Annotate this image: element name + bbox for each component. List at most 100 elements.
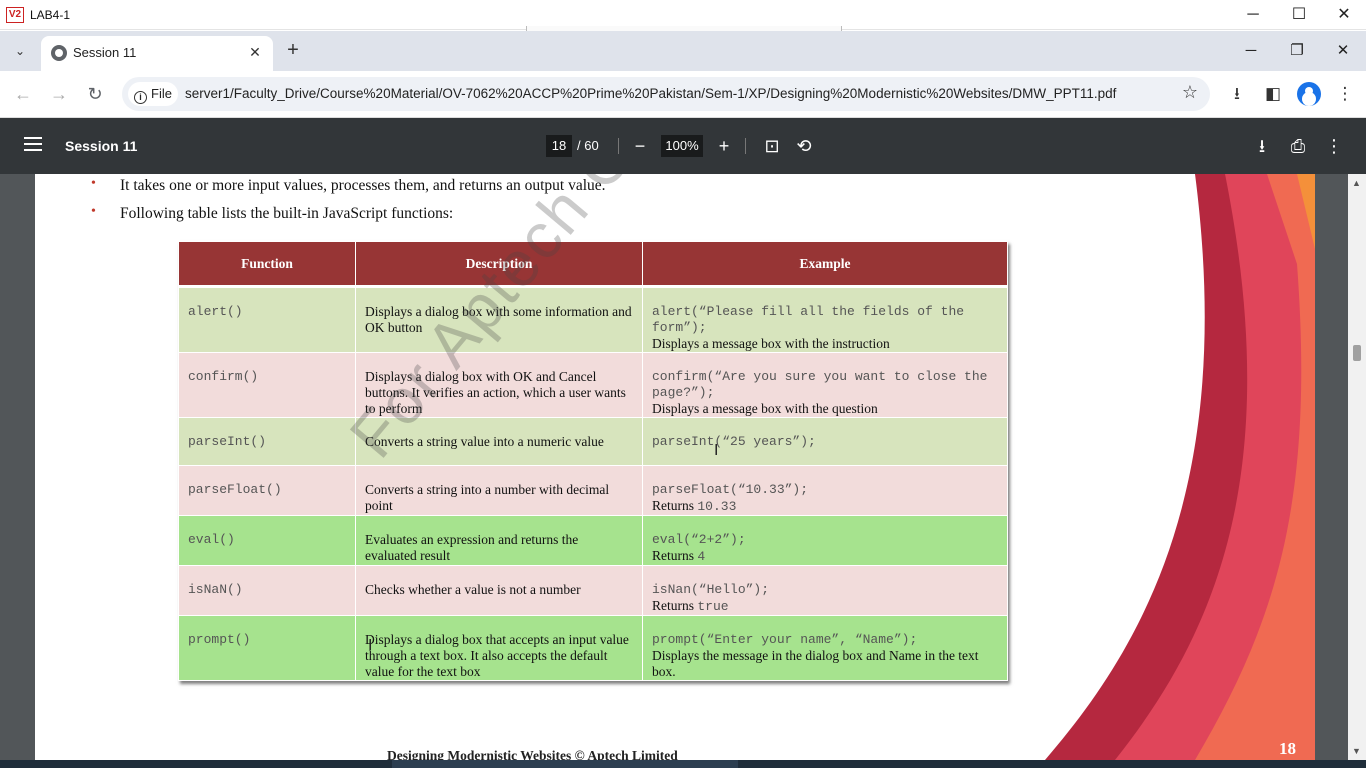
- table-row: parseInt() Converts a string value into …: [178, 417, 1008, 466]
- table-row: confirm() Displays a dialog box with OK …: [178, 352, 1008, 418]
- function-name: eval(): [178, 515, 356, 566]
- vm-minimize-button[interactable]: ─: [1230, 3, 1276, 27]
- example-code: prompt(“Enter your name”, “Name”);: [652, 632, 918, 647]
- forward-button[interactable]: →: [46, 81, 72, 107]
- function-example: eval(“2+2”); Returns 4: [642, 515, 1008, 566]
- example-note: Displays a message box with the question: [652, 401, 878, 416]
- slide-footer: Designing Modernistic Websites © Aptech …: [387, 748, 678, 760]
- vm-close-button[interactable]: ✕: [1321, 3, 1366, 27]
- tab-close-icon[interactable]: ✕: [245, 42, 265, 62]
- pdf-title: Session 11: [65, 138, 138, 154]
- taskbar-apps[interactable]: [392, 760, 738, 768]
- browser-menu-icon[interactable]: ⋮: [1333, 82, 1357, 106]
- function-example: prompt(“Enter your name”, “Name”); Displa…: [642, 615, 1008, 681]
- example-note: Displays the message in the dialog box a…: [652, 648, 979, 679]
- function-name: prompt(): [178, 615, 356, 681]
- table-row: parseFloat() Converts a string into a nu…: [178, 465, 1008, 516]
- example-code: eval(“2+2”);: [652, 532, 746, 547]
- zoom-in-button[interactable]: +: [711, 133, 737, 159]
- function-name: parseFloat(): [178, 465, 356, 516]
- function-name: alert(): [178, 286, 356, 353]
- table-row: eval() Evaluates an expression and retur…: [178, 515, 1008, 566]
- function-example: confirm(“Are you sure you want to close …: [642, 352, 1008, 418]
- function-example: alert(“Please fill all the fields of the…: [642, 286, 1008, 353]
- text-cursor-icon: I: [714, 442, 719, 459]
- functions-table: Function Description Example alert() Dis…: [178, 241, 1008, 681]
- pdf-download-button[interactable]: ⭳: [1249, 133, 1275, 159]
- table-row: prompt() Displays a dialog box that acce…: [178, 615, 1008, 681]
- page-number-input[interactable]: 18: [546, 135, 572, 157]
- example-note-value: 4: [697, 549, 706, 564]
- header-example: Example: [642, 241, 1008, 288]
- browser-toolbar: ← → ↻ i File server1/Faculty_Drive/Course…: [0, 71, 1366, 118]
- function-name: confirm(): [178, 352, 356, 418]
- back-button[interactable]: ←: [10, 81, 36, 107]
- globe-icon: [51, 45, 67, 61]
- address-bar[interactable]: i File server1/Faculty_Drive/Course%20Mat…: [122, 77, 1210, 111]
- function-description: Converts a string value into a numeric v…: [355, 417, 643, 466]
- info-icon: i: [134, 91, 147, 104]
- pdf-toolbar: Session 11 18 / 60 − 100% + ⊡ ⟲ ⭳ ⎙ ⋮: [0, 118, 1366, 174]
- function-description: Displays a dialog box with some informat…: [355, 286, 643, 353]
- scrollbar-thumb[interactable]: [1353, 345, 1361, 361]
- function-example: parseInt(“25 years”);: [642, 417, 1008, 466]
- example-code: parseFloat(“10.33”);: [652, 482, 809, 497]
- function-description: Displays a dialog box with OK and Cancel…: [355, 352, 643, 418]
- tab-strip: ⌄ Session 11 ✕ + ─ ❐ ✕: [0, 31, 1366, 71]
- text-cursor-icon: I: [368, 637, 373, 654]
- new-tab-button[interactable]: +: [282, 40, 304, 62]
- vm-logo-icon: V2: [6, 7, 24, 23]
- downloads-icon[interactable]: ⭳: [1225, 82, 1249, 106]
- function-description: Displays a dialog box that accepts an in…: [355, 615, 643, 681]
- zoom-level-input[interactable]: 100%: [661, 135, 703, 157]
- tab-title: Session 11: [73, 45, 137, 60]
- url-text[interactable]: server1/Faculty_Drive/Course%20Material/…: [185, 86, 1116, 101]
- vm-window-title: LAB4-1: [30, 8, 71, 22]
- example-code: isNan(“Hello”);: [652, 582, 770, 597]
- zoom-out-button[interactable]: −: [627, 133, 653, 159]
- example-note: Displays a message box with the instruct…: [652, 336, 890, 351]
- example-note: Returns: [652, 598, 698, 613]
- table-header-row: Function Description Example: [178, 241, 1008, 288]
- slide-number: 18: [1279, 739, 1296, 758]
- example-code: confirm(“Are you sure you want to close …: [652, 369, 996, 400]
- menu-hamburger-icon[interactable]: [24, 137, 42, 151]
- function-description: Converts a string into a number with dec…: [355, 465, 643, 516]
- page-total: / 60: [577, 138, 599, 153]
- header-function: Function: [178, 241, 356, 288]
- reload-button[interactable]: ↻: [82, 81, 108, 107]
- header-description: Description: [355, 241, 643, 288]
- vertical-scrollbar[interactable]: ▲ ▼: [1348, 174, 1366, 760]
- pdf-page: • It takes one or more input values, pro…: [35, 174, 1315, 760]
- bullet-dot-icon: •: [91, 176, 96, 191]
- function-name: isNaN(): [178, 565, 356, 616]
- browser-minimize-button[interactable]: ─: [1228, 39, 1274, 63]
- tab-search-button[interactable]: ⌄: [8, 39, 32, 63]
- site-info-label: File: [151, 86, 172, 101]
- toolbar-divider: [745, 138, 746, 154]
- profile-avatar[interactable]: [1297, 82, 1321, 106]
- table-row: isNaN() Checks whether a value is not a …: [178, 565, 1008, 616]
- vm-maximize-button[interactable]: ☐: [1276, 3, 1322, 27]
- scroll-down-arrow-icon[interactable]: ▼: [1352, 746, 1361, 756]
- bullet-dot-icon: •: [91, 204, 96, 219]
- example-note: Returns: [652, 498, 698, 513]
- fit-page-button[interactable]: ⊡: [759, 133, 785, 159]
- function-description: Evaluates an expression and returns the …: [355, 515, 643, 566]
- print-button[interactable]: ⎙: [1285, 133, 1311, 159]
- bullet-text: It takes one or more input values, proce…: [120, 177, 606, 194]
- tab-session-11[interactable]: Session 11 ✕: [41, 36, 273, 71]
- toolbar-divider: [618, 138, 619, 154]
- function-description: Checks whether a value is not a number: [355, 565, 643, 616]
- scroll-up-arrow-icon[interactable]: ▲: [1352, 178, 1361, 188]
- document-viewport[interactable]: • It takes one or more input values, pro…: [0, 174, 1348, 760]
- side-panel-icon[interactable]: ◧: [1261, 82, 1285, 106]
- browser-close-button[interactable]: ✕: [1320, 39, 1366, 63]
- browser-restore-button[interactable]: ❐: [1274, 39, 1320, 63]
- rotate-button[interactable]: ⟲: [791, 133, 817, 159]
- bookmark-star-icon[interactable]: ☆: [1182, 82, 1198, 103]
- table-row: alert() Displays a dialog box with some …: [178, 286, 1008, 353]
- function-example: parseFloat(“10.33”); Returns 10.33: [642, 465, 1008, 516]
- pdf-more-button[interactable]: ⋮: [1321, 133, 1347, 159]
- site-info-button[interactable]: i File: [128, 82, 178, 106]
